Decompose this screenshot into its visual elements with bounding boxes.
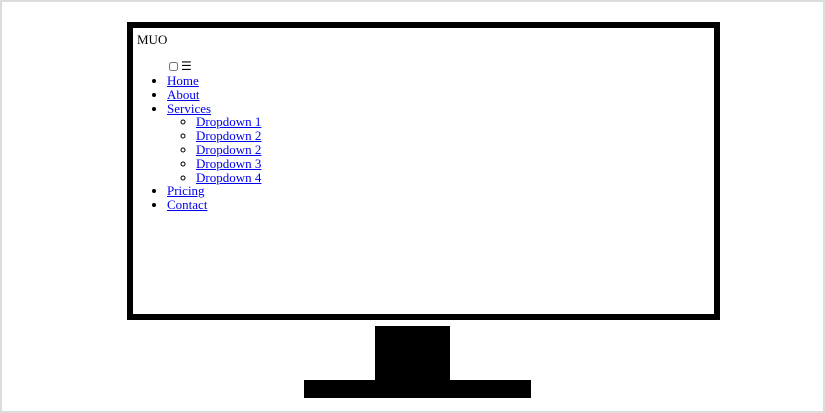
nav-link-pricing[interactable]: Pricing: [167, 183, 205, 198]
nav-menu: Home About Services Dropdown 1 Dropdown …: [133, 74, 261, 212]
dropdown-link-4[interactable]: Dropdown 3: [196, 156, 261, 171]
hamburger-icon[interactable]: ☰: [181, 60, 192, 72]
nav-item-pricing: Pricing: [167, 184, 261, 198]
dropdown-item: Dropdown 3: [196, 156, 261, 171]
monitor-stand-base: [304, 380, 531, 398]
dropdown-item: Dropdown 2: [196, 129, 261, 143]
services-dropdown: Dropdown 1 Dropdown 2 Dropdown 2 Dropdow…: [167, 115, 261, 184]
webpage-viewport: MUO ☰ Home About Services Dropdown 1 Dro…: [133, 28, 714, 314]
nav-item-home: Home: [167, 74, 261, 88]
dropdown-item: Dropdown 2: [196, 143, 261, 157]
dropdown-item: Dropdown 4: [196, 170, 261, 185]
nav-link-contact[interactable]: Contact: [167, 197, 207, 212]
dropdown-link-3[interactable]: Dropdown 2: [196, 142, 261, 157]
nav-item-services: Services Dropdown 1 Dropdown 2 Dropdown …: [167, 101, 261, 185]
nav-link-about[interactable]: About: [167, 87, 200, 102]
nav-item-contact: Contact: [167, 198, 261, 212]
menu-toggle[interactable]: ☰: [169, 60, 192, 72]
nav-link-home[interactable]: Home: [167, 73, 199, 88]
monitor-neck: [375, 326, 450, 381]
dropdown-link-5[interactable]: Dropdown 4: [196, 170, 261, 185]
dropdown-link-2[interactable]: Dropdown 2: [196, 128, 261, 143]
menu-checkbox[interactable]: [169, 61, 178, 71]
site-logo: MUO: [137, 32, 168, 47]
dropdown-link-1[interactable]: Dropdown 1: [196, 114, 261, 129]
nav-item-about: About: [167, 87, 261, 102]
dropdown-item: Dropdown 1: [196, 115, 261, 129]
nav-link-services[interactable]: Services: [167, 101, 211, 116]
monitor-screen: MUO ☰ Home About Services Dropdown 1 Dro…: [127, 22, 720, 320]
